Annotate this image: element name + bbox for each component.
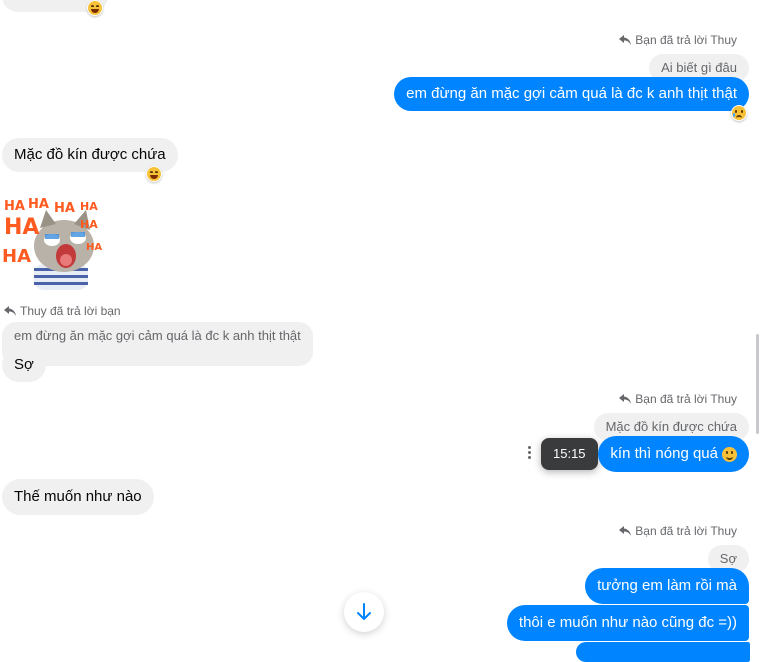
outgoing-bubble-partial[interactable] bbox=[576, 642, 750, 662]
reply-arrow-icon bbox=[619, 394, 632, 404]
reply-note-text: Thuy đã trả lời bạn bbox=[20, 304, 121, 318]
laughing-face-emoji[interactable] bbox=[146, 166, 162, 182]
reply-arrow-icon bbox=[619, 35, 632, 45]
more-options-icon[interactable] bbox=[528, 446, 531, 459]
incoming-message[interactable]: Thế muốn như nào bbox=[2, 479, 154, 515]
laughing-face-icon bbox=[147, 167, 161, 181]
svg-text:HA: HA bbox=[2, 246, 31, 267]
svg-text:HA: HA bbox=[4, 215, 39, 240]
scrollbar[interactable] bbox=[756, 334, 759, 434]
incoming-message[interactable]: Sợ bbox=[2, 348, 46, 382]
laughing-face-emoji[interactable] bbox=[87, 0, 103, 16]
reply-note: Bạn đã trả lời Thuy bbox=[619, 33, 737, 47]
reply-note: Bạn đã trả lời Thuy bbox=[619, 392, 737, 406]
sad-face-icon bbox=[732, 106, 746, 120]
svg-text:HA: HA bbox=[4, 199, 25, 214]
reply-note: Bạn đã trả lời Thuy bbox=[619, 524, 737, 538]
svg-text:HA: HA bbox=[28, 197, 49, 212]
laughing-face-icon bbox=[88, 1, 102, 15]
timestamp-tooltip: 15:15 bbox=[541, 438, 598, 470]
reply-arrow-icon bbox=[4, 306, 16, 316]
smiling-face-icon bbox=[722, 446, 737, 462]
scroll-to-bottom-button[interactable] bbox=[344, 592, 384, 632]
outgoing-message[interactable]: kín thì nóng quá bbox=[598, 436, 749, 472]
sticker-image: HA HA HA HA HA HA HA HA bbox=[2, 197, 102, 290]
reply-note-text: Bạn đã trả lời Thuy bbox=[635, 524, 737, 538]
svg-text:HA: HA bbox=[54, 201, 75, 216]
svg-text:HA: HA bbox=[80, 200, 98, 213]
cat-laughing-sticker[interactable]: HA HA HA HA HA HA HA HA bbox=[2, 194, 102, 294]
outgoing-message[interactable]: em đừng ăn mặc gợi cảm quá là đc k anh t… bbox=[394, 77, 749, 111]
reply-note-text: Bạn đã trả lời Thuy bbox=[635, 33, 737, 47]
arrow-down-icon bbox=[357, 603, 371, 620]
quoted-message[interactable]: em đừng ăn mặc gợi cảm quá là đc k anh t… bbox=[2, 322, 313, 366]
outgoing-message[interactable]: thôi e muốn như nào cũng đc =)) bbox=[506, 605, 749, 641]
svg-text:HA: HA bbox=[80, 218, 98, 231]
reply-note: Thuy đã trả lời bạn bbox=[4, 304, 121, 318]
reply-arrow-icon bbox=[619, 526, 632, 536]
reply-note-text: Bạn đã trả lời Thuy bbox=[635, 392, 737, 406]
outgoing-message-text: kín thì nóng quá bbox=[610, 445, 718, 462]
outgoing-message[interactable]: tưởng em làm rồi mà bbox=[585, 568, 749, 604]
svg-text:HA: HA bbox=[86, 242, 102, 253]
sad-face-emoji[interactable] bbox=[731, 105, 747, 121]
